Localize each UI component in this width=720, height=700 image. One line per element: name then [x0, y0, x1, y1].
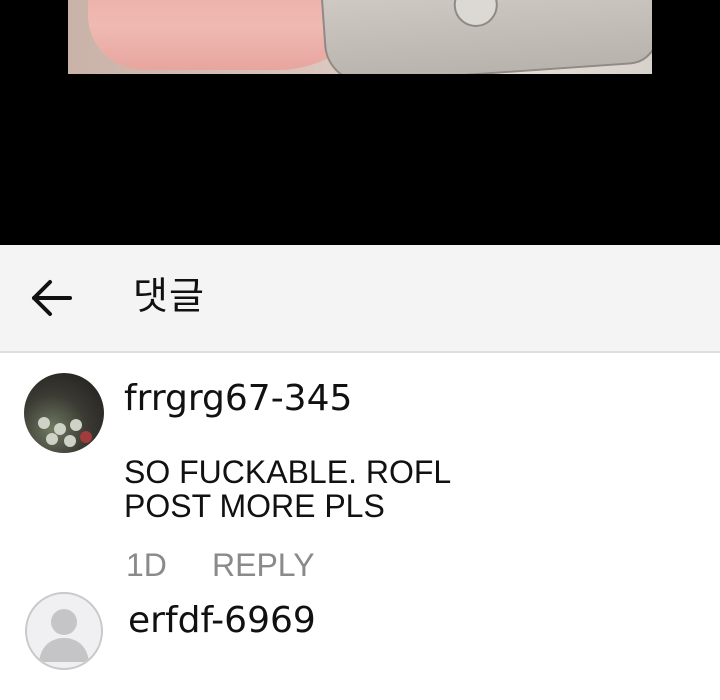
phone-home-button [452, 0, 500, 29]
comments-header [0, 245, 720, 353]
page-title: 댓글 [133, 274, 205, 318]
arrow-left-icon[interactable] [28, 278, 74, 318]
comic-image [0, 0, 720, 245]
avatar-detail [80, 431, 92, 443]
default-user-icon[interactable] [25, 592, 103, 670]
avatar-detail [54, 423, 66, 435]
comment-username[interactable]: frrgrg67-345 [124, 377, 352, 421]
avatar[interactable] [24, 373, 104, 453]
comic-phone [319, 0, 652, 74]
comment-timestamp: 1D [126, 547, 167, 583]
avatar-detail [70, 419, 82, 431]
avatar-detail [64, 435, 76, 447]
person-silhouette-icon [39, 609, 89, 662]
avatar-detail [38, 417, 50, 429]
avatar-detail [46, 433, 58, 445]
comment-text: SO FUCKABLE. ROFL POST MORE PLS [124, 454, 452, 524]
reply-button[interactable]: REPLY [212, 545, 315, 585]
comment-username[interactable]: erfdf-6969 [128, 599, 316, 643]
comic-photo-panel [68, 0, 652, 74]
